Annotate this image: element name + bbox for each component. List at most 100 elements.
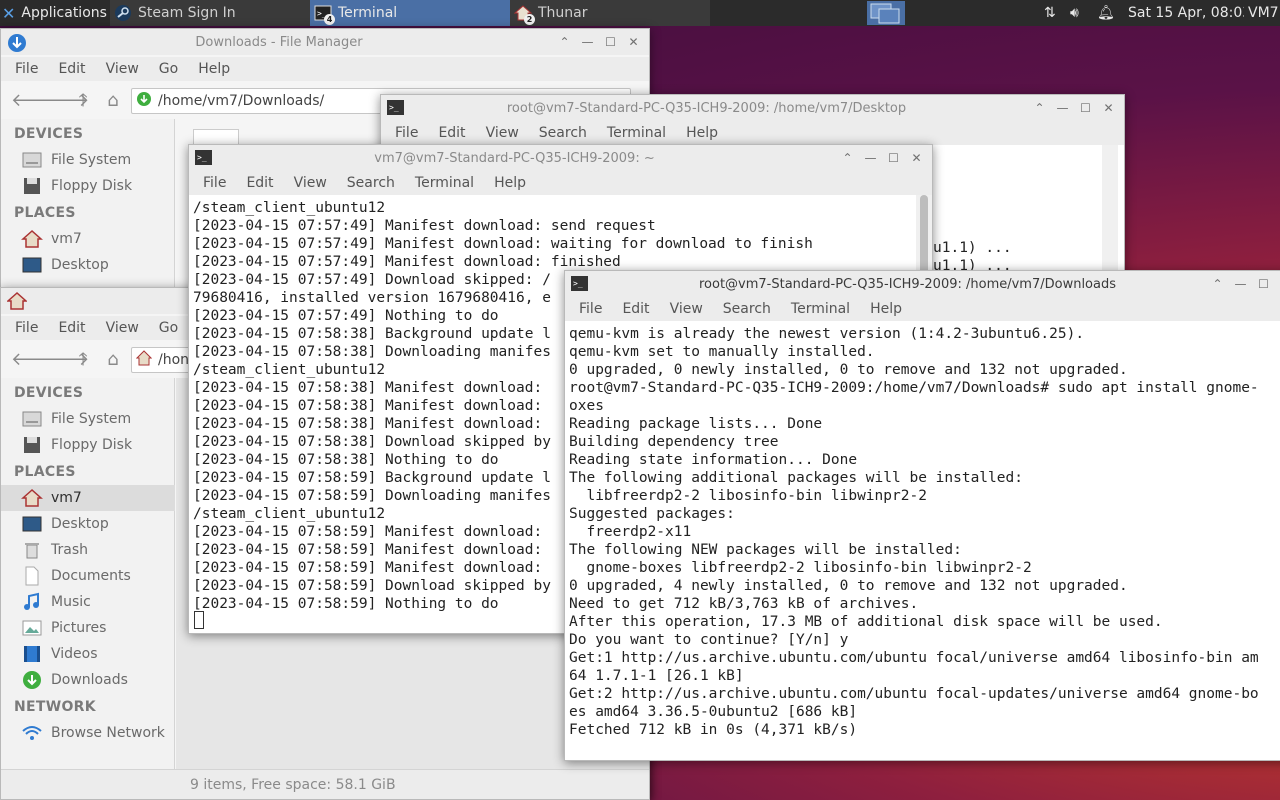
sidebar-item-file-system[interactable]: File System: [1, 406, 175, 432]
clock[interactable]: Sat 15 Apr, 08:03: [1128, 0, 1244, 26]
menubar: File Edit View Search Terminal Help: [381, 121, 1124, 145]
close-button[interactable]: ✕: [909, 151, 924, 166]
menu-help[interactable]: Help: [188, 61, 240, 77]
menubar: File Edit View Search Terminal Help: [189, 171, 932, 195]
shade-button[interactable]: ⌃: [1032, 101, 1047, 116]
menu-file[interactable]: File: [193, 175, 236, 191]
status-bar: 9 items, Free space: 58.1 GiB: [1, 769, 649, 799]
iconify-button[interactable]: —: [580, 35, 595, 50]
task-terminal[interactable]: >_ 4 Terminal: [310, 0, 510, 26]
menu-search[interactable]: Search: [713, 301, 781, 317]
drive-icon: [21, 150, 43, 170]
window-titlebar[interactable]: Downloads - File Manager ⌃ — ☐ ✕: [1, 29, 649, 55]
minimize-button[interactable]: —: [1233, 277, 1248, 292]
sidebar-item-vm7[interactable]: vm7: [1, 226, 175, 252]
menu-terminal[interactable]: Terminal: [405, 175, 484, 191]
menu-help[interactable]: Help: [484, 175, 536, 191]
workspace-switcher[interactable]: [866, 0, 906, 26]
sidebar-item-browse-network[interactable]: Browse Network: [1, 720, 175, 746]
sidebar-item-floppy-disk[interactable]: Floppy Disk: [1, 173, 175, 199]
menu-terminal[interactable]: Terminal: [597, 125, 676, 141]
menu-view[interactable]: View: [284, 175, 337, 191]
sidebar-item-documents[interactable]: Documents: [1, 563, 175, 589]
sidebar-item-desktop[interactable]: Desktop: [1, 511, 175, 537]
applications-label: Applications: [21, 5, 107, 21]
sidebar-item-downloads[interactable]: Downloads: [1, 667, 175, 693]
sidebar-item-floppy-disk[interactable]: Floppy Disk: [1, 432, 175, 458]
network-icon[interactable]: ⇅: [1044, 0, 1062, 26]
sidebar-item-desktop[interactable]: Desktop: [1, 252, 175, 278]
task-steam-sign-in[interactable]: Steam Sign In: [110, 0, 310, 26]
sidebar-item-pictures[interactable]: Pictures: [1, 615, 175, 641]
terminal-icon: >_ 4: [314, 4, 335, 25]
menu-edit[interactable]: Edit: [428, 125, 475, 141]
menu-file[interactable]: File: [5, 320, 48, 336]
minimize-window-button[interactable]: ⌃: [557, 35, 572, 50]
maximize-button[interactable]: ☐: [1256, 277, 1271, 292]
menu-edit[interactable]: Edit: [48, 61, 95, 77]
menu-file[interactable]: File: [5, 61, 48, 77]
sidebar-item-videos[interactable]: Videos: [1, 641, 175, 667]
window-titlebar[interactable]: >_ root@vm7-Standard-PC-Q35-ICH9-2009: /…: [381, 95, 1124, 121]
menu-file[interactable]: File: [385, 125, 428, 141]
terminal-line: oxes: [569, 398, 604, 414]
menu-file[interactable]: File: [569, 301, 612, 317]
window-title: vm7@vm7-Standard-PC-Q35-ICH9-2009: ~: [374, 150, 655, 166]
back-arrow-icon[interactable]: 🡐: [11, 348, 59, 372]
task-count-badge: 2: [524, 14, 535, 25]
home-icon[interactable]: ⌂: [101, 348, 125, 372]
clock-label: Sat 15 Apr, 08:03: [1128, 5, 1244, 21]
user-menu[interactable]: VM7: [1248, 0, 1280, 26]
maximize-button[interactable]: ☐: [886, 151, 901, 166]
up-arrow-icon[interactable]: 🡑: [71, 89, 95, 113]
shade-button[interactable]: ⌃: [840, 151, 855, 166]
sidebar-item-music[interactable]: Music: [1, 589, 175, 615]
menu-go[interactable]: Go: [149, 320, 188, 336]
terminal-line: Need to get 712 kB/3,763 kB of archives.: [569, 596, 919, 612]
svg-text:>_: >_: [573, 279, 583, 288]
menu-search[interactable]: Search: [529, 125, 597, 141]
window-titlebar[interactable]: >_ root@vm7-Standard-PC-Q35-ICH9-2009: /…: [565, 271, 1280, 297]
menu-terminal[interactable]: Terminal: [781, 301, 860, 317]
applications-menu[interactable]: ✕ Applications: [2, 0, 110, 26]
terminal-line: Get:2 http://us.archive.ubuntu.com/ubunt…: [569, 686, 1259, 702]
menu-search[interactable]: Search: [337, 175, 405, 191]
menu-view[interactable]: View: [96, 61, 149, 77]
terminal-line: es amd64 3.36.5-0ubuntu2 [686 kB]: [569, 704, 858, 720]
back-arrow-icon[interactable]: 🡐: [11, 89, 59, 113]
minimize-button[interactable]: —: [863, 151, 878, 166]
volume-icon[interactable]: 🔊︎: [1070, 0, 1088, 26]
minimize-button[interactable]: —: [1055, 101, 1070, 116]
menu-help[interactable]: Help: [860, 301, 912, 317]
terminal-line: 0 upgraded, 0 newly installed, 0 to remo…: [569, 362, 1128, 378]
maximize-button[interactable]: ☐: [603, 35, 618, 50]
maximize-button[interactable]: ☐: [1078, 101, 1093, 116]
menubar: File Edit View Search Terminal Help: [565, 297, 1280, 321]
sidebar-item-vm7[interactable]: vm7: [1, 485, 175, 511]
menu-edit[interactable]: Edit: [236, 175, 283, 191]
svg-text:>_: >_: [197, 153, 207, 162]
close-button[interactable]: ✕: [1101, 101, 1116, 116]
notification-bell-icon[interactable]: 🔔︎: [1097, 0, 1113, 26]
menu-help[interactable]: Help: [676, 125, 728, 141]
shade-button[interactable]: ⌃: [1210, 277, 1225, 292]
forward-arrow-icon[interactable]: 🡒: [41, 89, 89, 113]
menu-go[interactable]: Go: [149, 61, 188, 77]
window-titlebar[interactable]: >_ vm7@vm7-Standard-PC-Q35-ICH9-2009: ~ …: [189, 145, 932, 171]
menu-edit[interactable]: Edit: [48, 320, 95, 336]
up-arrow-icon[interactable]: 🡑: [71, 348, 95, 372]
terminal-line: [2023-04-15 07:57:49] Manifest download:…: [193, 254, 621, 270]
sidebar-item-file-system[interactable]: File System: [1, 147, 175, 173]
window-title: root@vm7-Standard-PC-Q35-ICH9-2009: /hom…: [698, 276, 1117, 292]
forward-arrow-icon[interactable]: 🡒: [41, 348, 89, 372]
menu-view[interactable]: View: [660, 301, 713, 317]
close-button[interactable]: ✕: [626, 35, 641, 50]
task-thunar[interactable]: 2 Thunar: [510, 0, 710, 26]
home-icon[interactable]: ⌂: [101, 89, 125, 113]
sidebar-item-trash[interactable]: Trash: [1, 537, 175, 563]
terminal-output[interactable]: qemu-kvm is already the newest version (…: [565, 321, 1280, 760]
menu-view[interactable]: View: [476, 125, 529, 141]
menu-view[interactable]: View: [96, 320, 149, 336]
downloads-folder-icon: [136, 91, 152, 111]
menu-edit[interactable]: Edit: [612, 301, 659, 317]
